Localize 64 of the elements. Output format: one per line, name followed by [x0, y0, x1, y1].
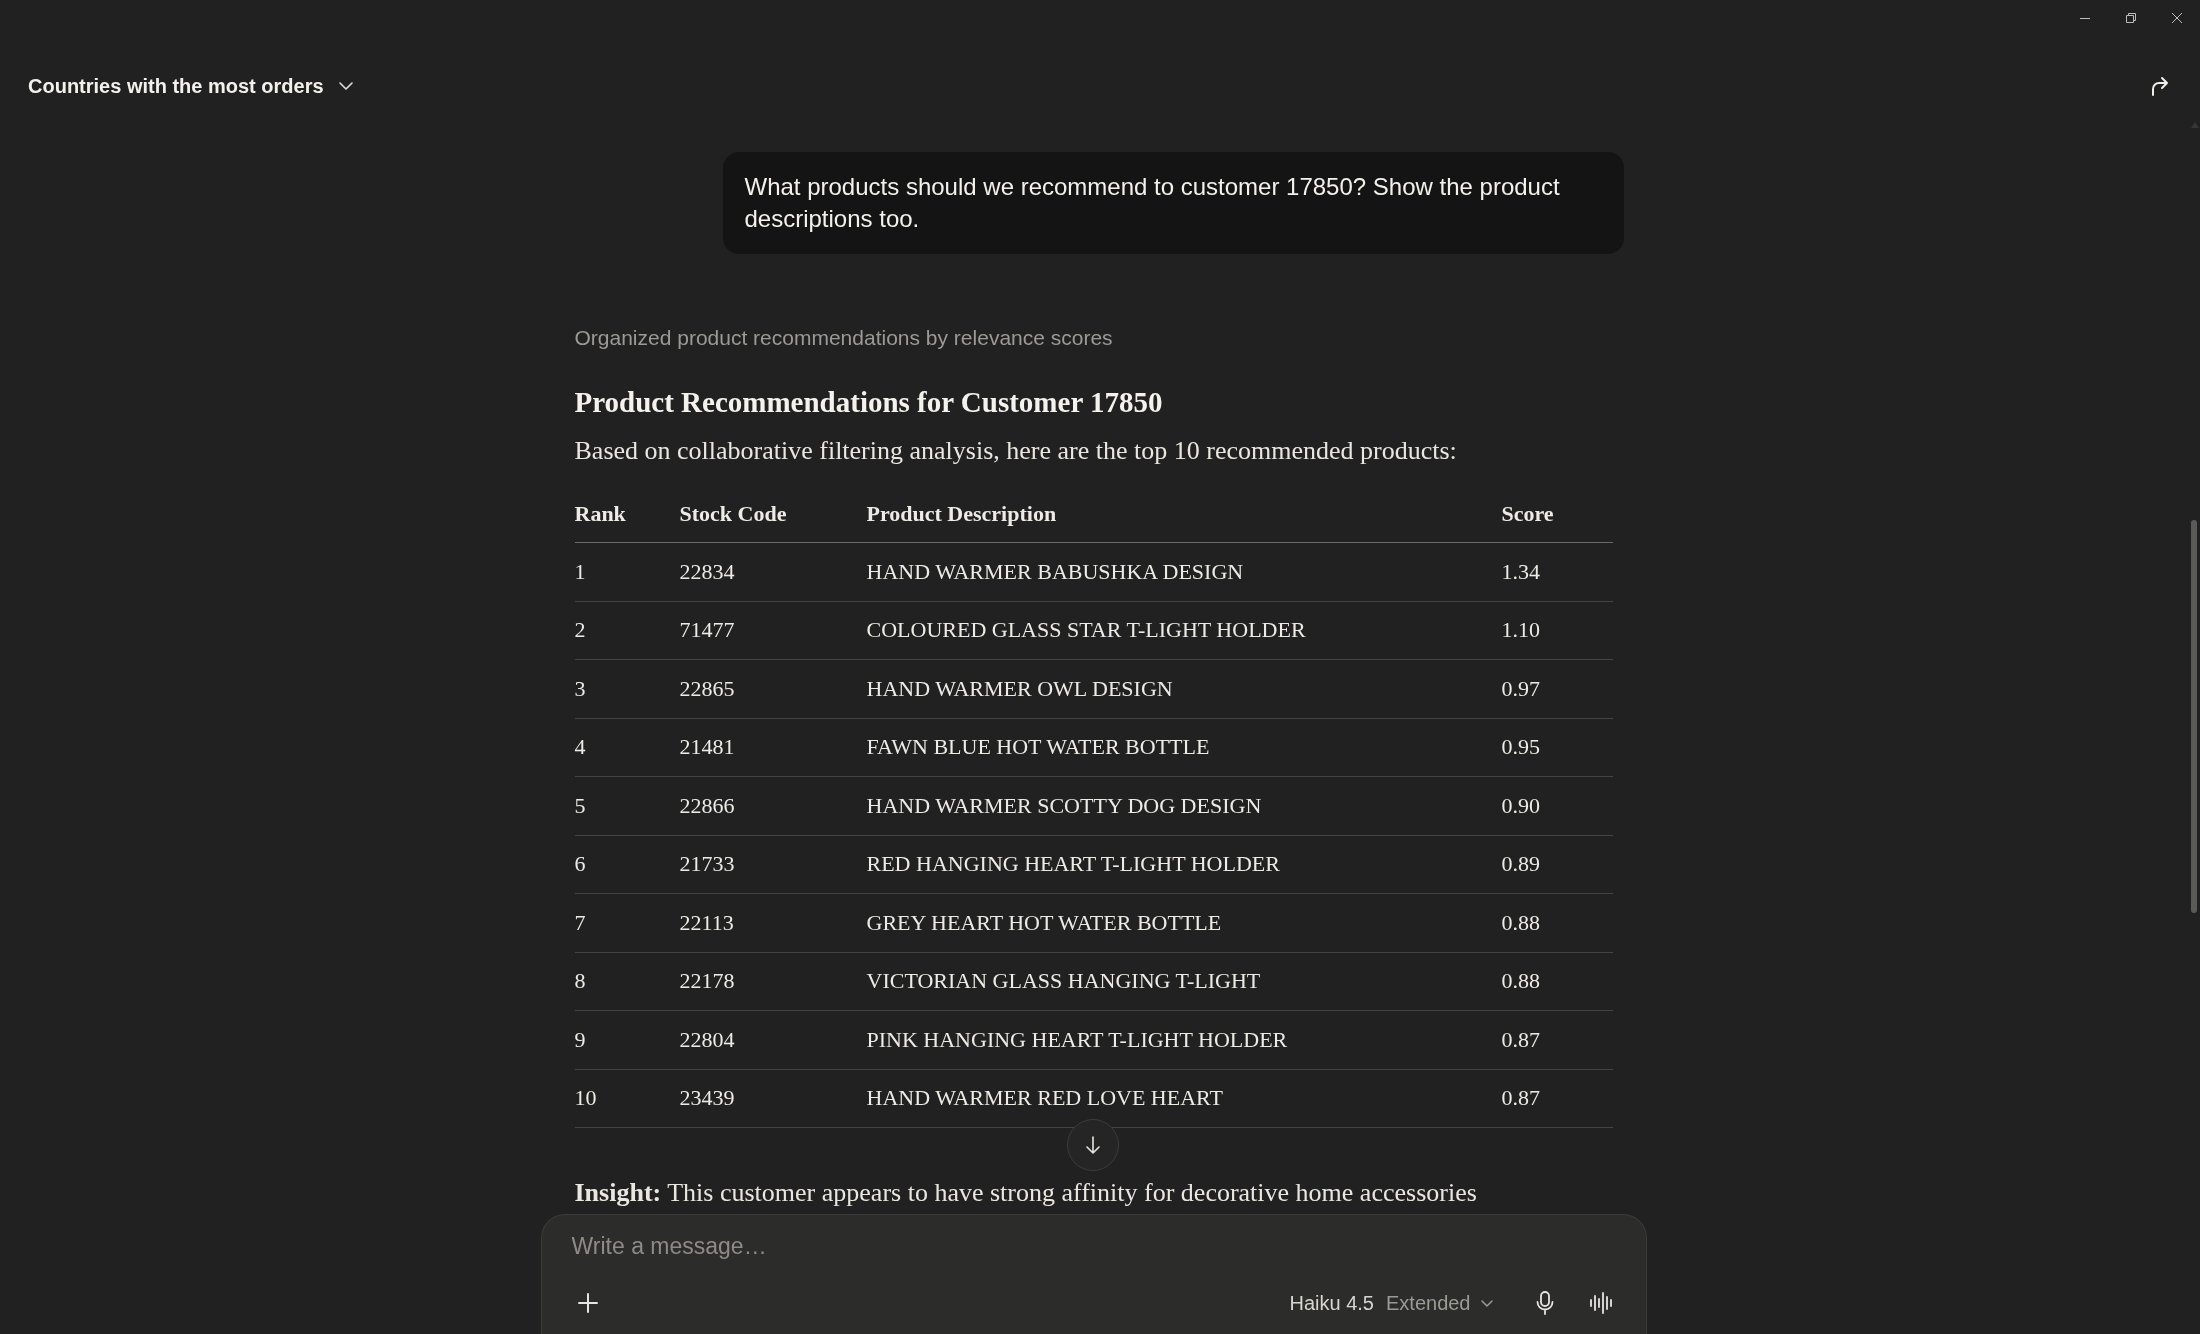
conversation-title-dropdown[interactable]: Countries with the most orders: [20, 68, 361, 104]
table-cell: 22834: [679, 558, 735, 585]
table-cell: 22865: [679, 675, 735, 702]
table-cell: 21481: [679, 734, 735, 761]
table-cell: FAWN BLUE HOT WATER BOTTLE: [866, 734, 1210, 761]
table-cell: 22804: [679, 1026, 735, 1053]
chevron-down-icon[interactable]: [1480, 1299, 1493, 1307]
table-cell: 0.88: [1501, 968, 1540, 995]
table-cell: PINK HANGING HEART T-LIGHT HOLDER: [866, 1026, 1288, 1053]
close-icon[interactable]: [2172, 13, 2182, 23]
table-cell: RED HANGING HEART T-LIGHT HOLDER: [866, 851, 1280, 878]
table-cell: 5: [574, 792, 586, 819]
table-cell: HAND WARMER RED LOVE HEART: [866, 1085, 1223, 1112]
table-cell: 21733: [679, 851, 735, 878]
column-header: Stock Code: [679, 500, 787, 527]
table-cell: 22113: [679, 909, 734, 936]
table-cell: 9: [574, 1026, 586, 1053]
minimize-icon[interactable]: [2080, 17, 2090, 19]
table-cell: 1.10: [1501, 617, 1540, 644]
column-header: Rank: [574, 500, 626, 527]
table-cell: 8: [574, 968, 586, 995]
table-cell: 2: [574, 617, 586, 644]
curved-arrow-icon[interactable]: [2151, 76, 2169, 96]
table-cell: 1: [574, 558, 586, 585]
arrow-down-icon[interactable]: [1085, 1136, 1101, 1154]
column-header: Product Description: [866, 500, 1057, 527]
scrollbar-thumb[interactable]: [2191, 520, 2197, 913]
table-cell: 1.34: [1501, 558, 1540, 585]
user-message: What products should we recommend to customer 17850? Show the product descriptions too.: [722, 152, 1624, 254]
table-cell: 0.95: [1501, 734, 1540, 761]
model-selector[interactable]: Haiku 4.5 Extended: [1283, 1287, 1499, 1319]
waveform-icon[interactable]: [1588, 1292, 1613, 1314]
microphone-icon[interactable]: [1535, 1291, 1554, 1315]
table-cell: HAND WARMER OWL DESIGN: [866, 675, 1173, 702]
scroll-down-button[interactable]: [1067, 1119, 1119, 1171]
thinking-summary[interactable]: Organized product recommendations by relevance scores: [574, 324, 1113, 352]
table-cell: 23439: [679, 1085, 735, 1112]
table-cell: COLOURED GLASS STAR T-LIGHT HOLDER: [866, 617, 1306, 644]
table-cell: 6: [574, 851, 586, 878]
table-cell: VICTORIAN GLASS HANGING T-LIGHT: [866, 968, 1261, 995]
table-cell: 4: [574, 734, 586, 761]
response-paragraph: Based on collaborative filtering analysis, here are the top 10 recommended products:: [574, 435, 1457, 467]
table-cell: 71477: [679, 617, 735, 644]
table-cell: 0.87: [1501, 1085, 1540, 1112]
column-header: Score: [1501, 500, 1554, 527]
table-cell: 0.90: [1501, 792, 1540, 819]
table-cell: HAND WARMER SCOTTY DOG DESIGN: [866, 792, 1262, 819]
response-heading: Product Recommendations for Customer 17850: [574, 385, 1163, 420]
table-cell: 7: [574, 909, 586, 936]
table-cell: 10: [574, 1085, 597, 1112]
table-cell: 22866: [679, 792, 735, 819]
table-cell: 0.89: [1501, 851, 1540, 878]
table-cell: HAND WARMER BABUSHKA DESIGN: [866, 558, 1244, 585]
plus-icon[interactable]: [577, 1293, 598, 1313]
message-input[interactable]: Write a message…: [571, 1229, 1619, 1263]
table-cell: GREY HEART HOT WATER BOTTLE: [866, 909, 1222, 936]
table-cell: 0.88: [1501, 909, 1540, 936]
table-cell: 3: [574, 675, 586, 702]
table-cell: 0.97: [1501, 675, 1540, 702]
table-cell: 22178: [679, 968, 735, 995]
message-composer[interactable]: Write a message… Haiku 4.5 Extended: [540, 1214, 1647, 1334]
insight-paragraph: Insight: This customer appears to have strong affinity for decorative home accessories: [574, 1177, 1477, 1209]
restore-icon[interactable]: [2126, 13, 2136, 23]
table-cell: 0.87: [1501, 1026, 1540, 1053]
